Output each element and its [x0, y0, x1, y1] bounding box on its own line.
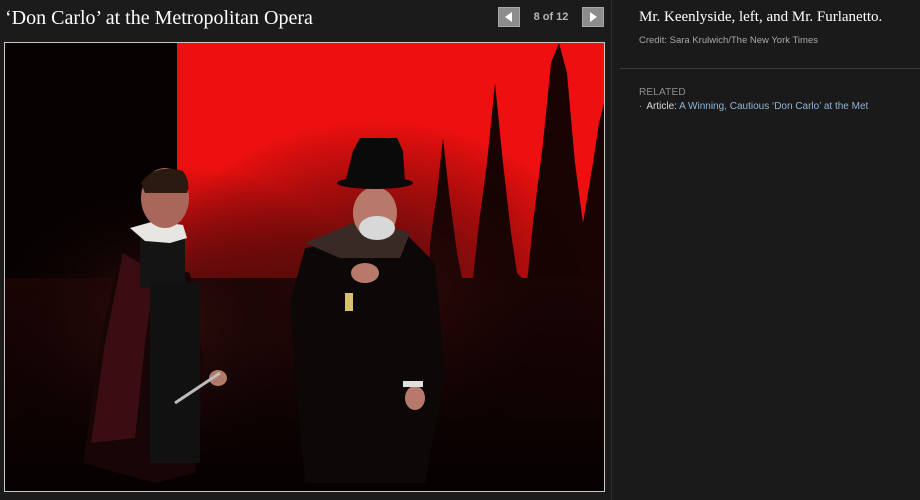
- slideshow-nav: 8 of 12: [498, 7, 604, 27]
- next-button[interactable]: [582, 7, 604, 27]
- photo-caption: Mr. Keenlyside, left, and Mr. Furlanetto…: [639, 9, 883, 25]
- right-arrow-icon: [590, 12, 597, 22]
- related-article-link[interactable]: A Winning, Cautious ‘Don Carlo’ at the M…: [679, 101, 868, 112]
- pane-divider: [611, 0, 612, 500]
- slideshow-photo[interactable]: [4, 42, 605, 492]
- related-item-prefix: Article:: [646, 101, 677, 112]
- related-item: · Article: A Winning, Cautious ‘Don Carlo…: [639, 101, 868, 112]
- photo-credit: Credit: Sara Krulwich/The New York Times: [639, 35, 818, 46]
- left-arrow-icon: [505, 12, 512, 22]
- slideshow-pane: ‘Don Carlo’ at the Metropolitan Opera 8 …: [0, 0, 611, 500]
- previous-button[interactable]: [498, 7, 520, 27]
- opera-stage-photo: [5, 43, 604, 491]
- related-heading: RELATED: [639, 87, 686, 98]
- bullet-icon: ·: [639, 101, 643, 112]
- slideshow-title: ‘Don Carlo’ at the Metropolitan Opera: [5, 7, 313, 29]
- section-divider: [620, 68, 920, 69]
- slide-counter: 8 of 12: [533, 11, 569, 23]
